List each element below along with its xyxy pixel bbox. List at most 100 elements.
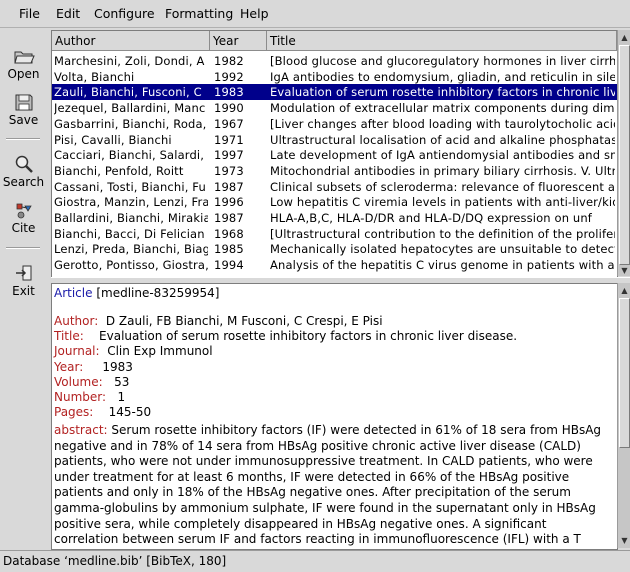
- menu-bar: File Edit Configure Formatting Help: [0, 0, 630, 28]
- detail-scrollbar[interactable]: ▲ ▼: [617, 283, 630, 548]
- open-button[interactable]: Open: [0, 46, 47, 81]
- menu-formatting[interactable]: Formatting: [165, 6, 233, 21]
- cell-title: Late development of IgA antiendomysial a…: [270, 148, 615, 163]
- column-header-author[interactable]: Author: [52, 31, 210, 51]
- menu-edit[interactable]: Edit: [56, 6, 80, 21]
- abstract-text-block: abstract: Serum rosette inhibitory facto…: [54, 423, 610, 549]
- cell-author: Marchesini, Zoli, Dondi, A: [54, 54, 205, 68]
- cite-label: Cite: [11, 221, 36, 235]
- cell-author: Bianchi, Bacci, Di Felician: [54, 226, 205, 241]
- cell-year: 1982: [214, 54, 244, 68]
- cell-title: Mitochondrial antibodies in primary bili…: [270, 163, 615, 178]
- search-magnifier-icon: [15, 155, 33, 173]
- field-value-title: Evaluation of serum rosette inhibitory f…: [99, 329, 518, 343]
- cell-title: IgA antibodies to endomysium, gliadin, a…: [270, 69, 615, 84]
- exit-button[interactable]: Exit: [0, 263, 47, 298]
- cell-author: Pisi, Cavalli, Bianchi: [54, 132, 172, 147]
- cell-title: Clinical subsets of scleroderma: relevan…: [270, 179, 615, 194]
- menu-configure[interactable]: Configure: [94, 6, 155, 21]
- table-row[interactable]: Ballardini, Bianchi, Mirakia 1987 HLA-A,B,…: [52, 210, 617, 226]
- field-label: Year:: [54, 360, 84, 374]
- field-label: Pages:: [54, 405, 94, 419]
- cell-author: Zauli, Bianchi, Fusconi, C: [54, 85, 202, 100]
- cell-year: 1971: [214, 132, 244, 147]
- toolbar: Open Save Search Cite Exit: [0, 30, 47, 548]
- scroll-up-arrow-icon[interactable]: ▲: [618, 284, 630, 297]
- column-header-year[interactable]: Year: [210, 31, 267, 51]
- scroll-down-arrow-icon[interactable]: ▼: [618, 534, 630, 547]
- table-row[interactable]: Marchesini, Zoli, Dondi, A 1982 [Blood glu…: [52, 53, 617, 69]
- cell-author: Cacciari, Bianchi, Salardi,: [54, 148, 205, 163]
- field-label: Number:: [54, 390, 107, 404]
- save-disk-icon: [15, 94, 32, 111]
- cell-title: HLA-A,B,C, HLA-D/DR and HLA-D/DQ express…: [270, 211, 593, 225]
- cell-year: 1992: [214, 69, 244, 84]
- cite-button[interactable]: Cite: [0, 200, 47, 235]
- save-label: Save: [8, 113, 39, 127]
- field-label: Title:: [54, 329, 84, 343]
- table-row[interactable]: Bianchi, Penfold, Roitt 1973 Mitochondrial…: [52, 163, 617, 179]
- exit-label: Exit: [12, 284, 35, 298]
- field-label: Volume:: [54, 375, 103, 389]
- open-label: Open: [7, 67, 40, 81]
- cell-title: [Blood glucose and glucoregulatory hormo…: [270, 54, 615, 68]
- table-row[interactable]: Jezequel, Ballardini, Manc 1990 Modulation…: [52, 100, 617, 116]
- cite-icon: [16, 203, 32, 219]
- table-row[interactable]: Pisi, Cavalli, Bianchi 1971 Ultrastructura…: [52, 132, 617, 148]
- table-row[interactable]: Gerotto, Pontisso, Giostra, 1994 Analysis …: [52, 257, 617, 273]
- scroll-down-arrow-icon[interactable]: ▼: [618, 264, 630, 277]
- cell-author: Cassani, Tosti, Bianchi, Fu: [54, 179, 206, 194]
- cell-year: 1968: [214, 226, 244, 241]
- cell-year: 1987: [214, 179, 244, 194]
- entry-type: Article: [54, 286, 93, 300]
- table-row[interactable]: Cacciari, Bianchi, Salardi, 1997 Late deve…: [52, 147, 617, 163]
- detail-scrollbar-thumb[interactable]: [619, 298, 630, 448]
- table-row[interactable]: Zauli, Bianchi, Fusconi, C 1983 Evaluation…: [52, 84, 617, 101]
- table-row[interactable]: Bianchi, Bacci, Di Felician 1968 [Ultrastr…: [52, 226, 617, 242]
- abstract-label: abstract:: [54, 423, 108, 437]
- field-value-journal: Clin Exp Immunol: [107, 344, 213, 358]
- cell-author: Volta, Bianchi: [54, 69, 135, 84]
- field-value-pages: 145-50: [108, 405, 152, 419]
- menu-help[interactable]: Help: [240, 6, 269, 21]
- cell-title: Modulation of extracellular matrix compo…: [270, 101, 615, 116]
- table-row[interactable]: Gasbarrini, Bianchi, Roda, 1967 [Liver cha…: [52, 116, 617, 132]
- toolbar-separator: [6, 138, 40, 140]
- search-label: Search: [2, 175, 45, 189]
- cell-year: 1985: [214, 242, 244, 257]
- cell-year: 1987: [214, 211, 244, 225]
- field-label: Journal:: [54, 344, 100, 358]
- cell-title: [Ultrastructural contribution to the def…: [270, 226, 615, 241]
- cell-author: Giostra, Manzin, Lenzi, Fra: [54, 195, 208, 210]
- field-value-year: 1983: [102, 360, 133, 374]
- list-scrollbar[interactable]: ▲ ▼: [617, 30, 630, 276]
- cell-author: Jezequel, Ballardini, Manc: [54, 101, 206, 116]
- toolbar-separator: [6, 247, 40, 249]
- abstract-text: Serum rosette inhibitory factors (IF) we…: [54, 423, 602, 549]
- scroll-up-arrow-icon[interactable]: ▲: [618, 31, 630, 44]
- cell-year: 1997: [214, 148, 244, 163]
- cell-title: Evaluation of serum rosette inhibitory f…: [270, 85, 615, 100]
- cell-year: 1990: [214, 101, 244, 116]
- entry-detail-pane: Article [medline-83259954] Author: D Zau…: [51, 283, 618, 550]
- cell-author: Ballardini, Bianchi, Mirakia: [54, 211, 208, 225]
- search-button[interactable]: Search: [0, 154, 47, 189]
- cell-title: Low hepatitis C viremia levels in patien…: [270, 195, 615, 210]
- table-row[interactable]: Volta, Bianchi 1992 IgA antibodies to endo…: [52, 69, 617, 85]
- table-row[interactable]: Lenzi, Preda, Bianchi, Biag 1985 Mechanica…: [52, 241, 617, 257]
- open-folder-icon: [13, 51, 35, 64]
- save-button[interactable]: Save: [0, 92, 47, 127]
- list-scrollbar-thumb[interactable]: [619, 45, 630, 265]
- cell-author: Gasbarrini, Bianchi, Roda,: [54, 116, 207, 131]
- status-text: Database ‘medline.bib’ [BibTeX, 180]: [3, 554, 227, 568]
- cell-author: Bianchi, Penfold, Roitt: [54, 163, 184, 178]
- cell-year: 1996: [214, 195, 244, 210]
- menu-file[interactable]: File: [19, 6, 40, 21]
- cell-title: Ultrastructural localisation of acid and…: [270, 132, 615, 147]
- field-value-author: D Zauli, FB Bianchi, M Fusconi, C Crespi…: [105, 314, 383, 328]
- cell-year: 1973: [214, 163, 244, 178]
- cell-author: Gerotto, Pontisso, Giostra,: [54, 258, 208, 273]
- table-row[interactable]: Cassani, Tosti, Bianchi, Fu 1987 Clinical …: [52, 179, 617, 195]
- column-header-title[interactable]: Title: [267, 31, 617, 51]
- table-row[interactable]: Giostra, Manzin, Lenzi, Fra 1996 Low hepat…: [52, 194, 617, 210]
